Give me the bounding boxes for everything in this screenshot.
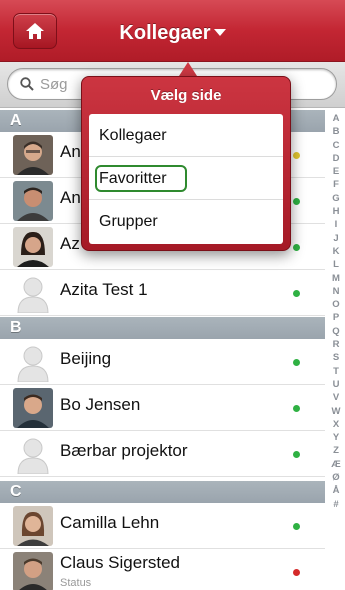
index-letter[interactable]: H [333,205,340,218]
index-letter[interactable]: E [333,165,339,178]
contact-name: Claus Sigersted [60,553,181,572]
section-header-b: B [0,317,325,339]
search-placeholder: Søg [40,76,68,93]
avatar [13,552,53,590]
popover-title: Vælg side [150,87,222,104]
presence-available-icon [293,405,300,412]
search-icon [20,77,34,91]
index-letter[interactable]: Q [332,325,339,338]
contact-name: Azita Test 1 [60,280,148,299]
index-letter[interactable]: G [332,192,339,205]
contact-name: An [60,142,81,161]
index-letter[interactable]: K [333,245,340,258]
popover-arrow [179,62,197,76]
list-item[interactable]: Azita Test 1 [0,270,325,316]
index-letter[interactable]: J [333,232,338,245]
contact-status: Status [60,577,92,589]
menu-item-label: Grupper [99,213,158,230]
index-letter[interactable]: W [332,405,341,418]
index-letter[interactable]: Æ [331,458,341,471]
list-item[interactable]: Bærbar projektor [0,431,325,477]
avatar-placeholder-icon [13,342,53,382]
avatar-placeholder-icon [13,273,53,313]
avatar [13,388,53,428]
contact-name: Camilla Lehn [60,513,160,532]
index-letter[interactable]: A [333,112,340,125]
popover-menu: Kollegaer Favoritter Grupper [89,114,283,244]
index-letter[interactable]: # [333,498,338,511]
index-letter[interactable]: T [333,365,339,378]
alphabet-index[interactable]: A B C D E F G H I J K L M N O P Q R S T … [327,112,345,590]
navigation-bar: Kollegaer [0,0,345,62]
avatar [13,181,53,221]
contact-name: Beijing [60,349,112,368]
page-selector-popover: Vælg side Kollegaer Favoritter Grupper [81,76,291,251]
list-item[interactable]: Bo Jensen [0,385,325,431]
index-letter[interactable]: P [333,311,339,324]
contact-name: An [60,188,81,207]
index-letter[interactable]: D [333,152,340,165]
presence-available-icon [293,451,300,458]
index-letter[interactable]: F [333,178,339,191]
presence-busy-icon [293,569,300,576]
index-letter[interactable]: Y [333,431,339,444]
index-letter[interactable]: Z [333,444,339,457]
chevron-down-icon [213,29,226,36]
contact-name: Bærbar projektor [60,441,188,460]
menu-item-label: Kollegaer [99,127,167,144]
index-letter[interactable]: V [333,391,339,404]
presence-available-icon [293,198,300,205]
index-letter[interactable]: L [333,258,339,271]
index-letter[interactable]: M [332,272,340,285]
contact-name: Bo Jensen [60,395,141,414]
avatar [13,227,53,267]
presence-available-icon [293,244,300,251]
page-title: Kollegaer [119,22,211,44]
list-item[interactable]: Beijing [0,339,325,385]
page-selector[interactable]: Kollegaer [0,22,345,45]
index-letter[interactable]: Ø [332,471,339,484]
index-letter[interactable]: X [333,418,339,431]
menu-item-grupper[interactable]: Grupper [89,200,283,243]
contact-name: Az [60,234,80,253]
list-item[interactable]: Camilla Lehn [0,503,325,549]
index-letter[interactable]: O [332,298,339,311]
index-letter[interactable]: B [333,125,340,138]
index-letter[interactable]: R [333,338,340,351]
index-letter[interactable]: N [333,285,340,298]
index-letter[interactable]: S [333,351,339,364]
focus-ring [95,165,187,192]
avatar [13,135,53,175]
presence-away-icon [293,152,300,159]
menu-item-kollegaer[interactable]: Kollegaer [89,114,283,157]
list-item[interactable]: Claus Sigersted Status [0,549,325,590]
presence-available-icon [293,523,300,530]
index-letter[interactable]: U [333,378,340,391]
section-header-c: C [0,481,325,503]
avatar-placeholder-icon [13,434,53,474]
index-letter[interactable]: I [335,218,338,231]
presence-available-icon [293,359,300,366]
avatar [13,506,53,546]
presence-available-icon [293,290,300,297]
index-letter[interactable]: C [333,139,340,152]
index-letter[interactable]: Å [333,484,340,497]
menu-item-favoritter[interactable]: Favoritter [89,157,283,200]
